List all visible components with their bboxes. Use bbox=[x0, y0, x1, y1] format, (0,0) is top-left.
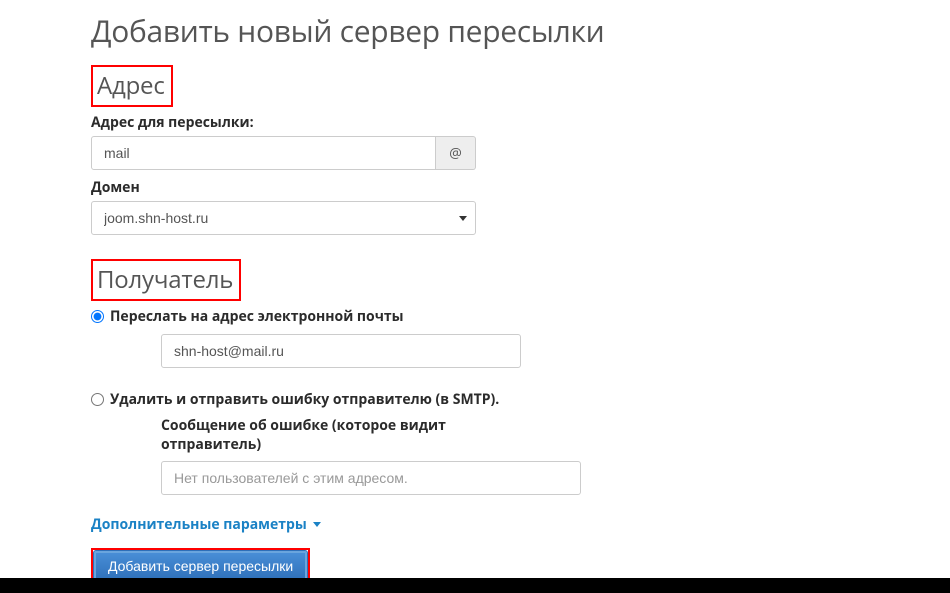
more-options-label: Дополнительные параметры bbox=[91, 515, 307, 534]
forward-option-row[interactable]: Переслать на адрес электронной почты bbox=[91, 307, 690, 326]
chevron-down-icon bbox=[313, 522, 321, 527]
recipient-section: Получатель Переслать на адрес электронно… bbox=[91, 259, 690, 495]
forward-email-block bbox=[161, 334, 690, 368]
error-message-input[interactable] bbox=[161, 461, 581, 495]
address-heading: Адрес bbox=[91, 65, 173, 107]
forward-address-input[interactable] bbox=[91, 136, 436, 170]
discard-option-label: Удалить и отправить ошибку отправителю (… bbox=[110, 390, 499, 409]
page-title: Добавить новый сервер пересылки bbox=[91, 10, 690, 51]
forward-address-group: @ bbox=[91, 136, 476, 170]
forward-email-input[interactable] bbox=[161, 334, 521, 368]
forward-radio[interactable] bbox=[91, 310, 104, 323]
error-message-label: Сообщение об ошибке (которое видит отпра… bbox=[161, 417, 501, 455]
address-section: Адрес Адрес для пересылки: @ Домен joom.… bbox=[91, 65, 690, 235]
bottom-bar bbox=[0, 578, 950, 593]
discard-option-row[interactable]: Удалить и отправить ошибку отправителю (… bbox=[91, 390, 690, 409]
recipient-heading: Получатель bbox=[91, 259, 241, 301]
forward-address-label: Адрес для пересылки: bbox=[91, 113, 690, 132]
domain-label: Домен bbox=[91, 178, 690, 197]
at-addon: @ bbox=[436, 136, 476, 170]
more-options-link[interactable]: Дополнительные параметры bbox=[91, 515, 321, 534]
discard-radio[interactable] bbox=[91, 393, 104, 406]
error-message-block: Сообщение об ошибке (которое видит отпра… bbox=[161, 417, 690, 495]
forward-option-label: Переслать на адрес электронной почты bbox=[110, 307, 404, 326]
submit-button[interactable]: Добавить сервер пересылки bbox=[93, 550, 308, 582]
domain-select[interactable]: joom.shn-host.ru bbox=[91, 201, 476, 235]
